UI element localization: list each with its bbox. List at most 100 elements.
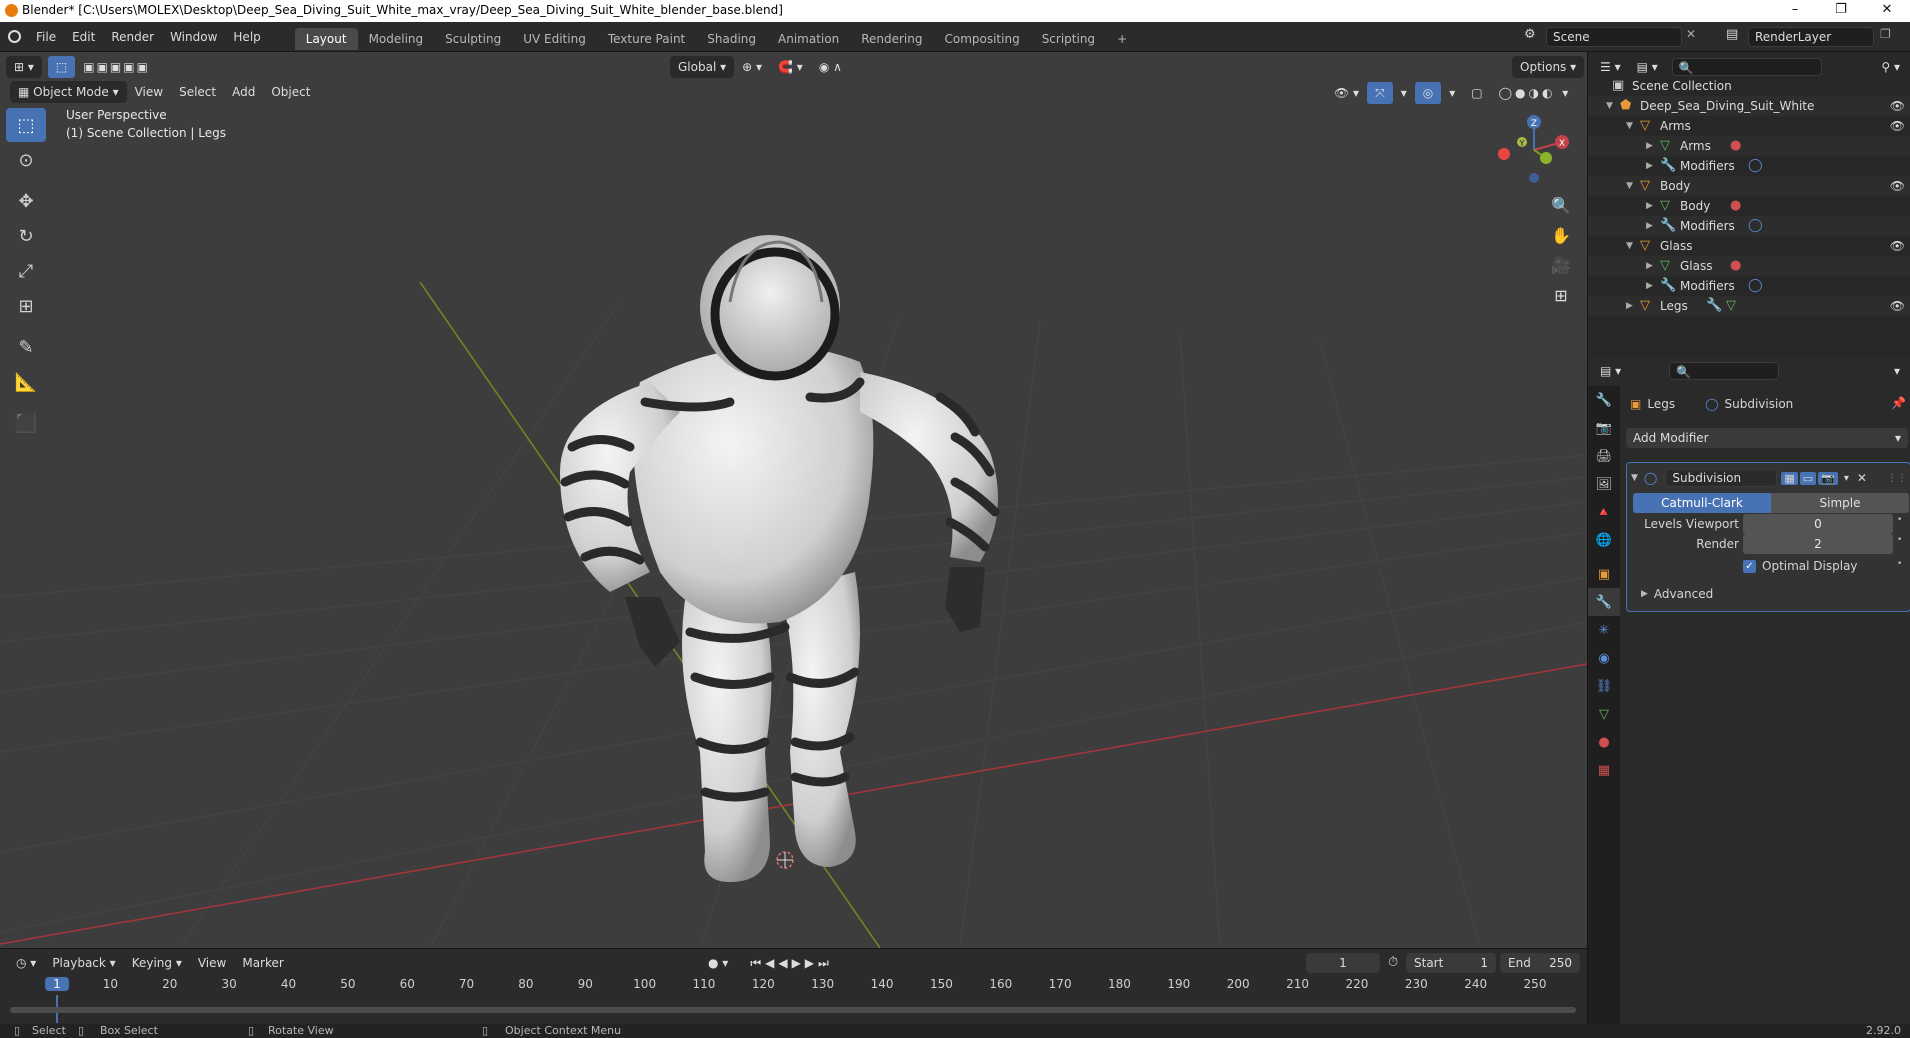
outliner-item[interactable]: ▶ 🔧 Modifiers ◯	[1588, 216, 1910, 236]
gizmo-dropdown-icon[interactable]: ▾	[1393, 82, 1415, 104]
properties-search-input[interactable]: 🔍	[1669, 362, 1780, 380]
selection-mode-buttons[interactable]: ▣▣▣▣▣	[75, 56, 158, 78]
measure-tool-icon[interactable]: 📐	[6, 365, 46, 399]
visibility-eye-icon[interactable]: 👁	[1890, 116, 1905, 136]
rotate-tool-icon[interactable]: ↻	[6, 219, 46, 253]
camera-view-icon[interactable]: 🎥	[1546, 250, 1576, 280]
outliner-editor-type-button[interactable]: ☰ ▾	[1592, 56, 1629, 78]
expand-arrow-icon[interactable]: ▼	[1606, 96, 1613, 116]
cursor-tool-icon[interactable]: ⊙	[6, 143, 46, 177]
outliner-item[interactable]: ▼ ⬟ Deep_Sea_Diving_Suit_White 👁	[1588, 96, 1910, 116]
scale-tool-icon[interactable]: ⤢	[6, 254, 46, 288]
outliner-item[interactable]: ▶ ▽ Arms ●	[1588, 136, 1910, 156]
render-layer-selector[interactable]: RenderLayer	[1748, 27, 1874, 47]
menu-render[interactable]: Render	[103, 22, 162, 52]
options-dropdown[interactable]: Options ▾	[1512, 56, 1585, 78]
expand-arrow-icon[interactable]: ▼	[1626, 116, 1633, 136]
collapse-arrow-icon[interactable]: ▼	[1631, 473, 1638, 483]
modifier-name-input[interactable]: Subdivision	[1665, 469, 1778, 487]
overlay-toggle-icon[interactable]: ◎	[1414, 82, 1442, 104]
select-box-tool-icon[interactable]: ⬚	[6, 108, 46, 142]
proportional-edit-icon[interactable]: ◉ ∧	[811, 56, 850, 78]
tab-sculpting[interactable]: Sculpting	[434, 28, 512, 50]
properties-options-icon[interactable]: ▾	[1886, 360, 1908, 382]
add-workspace-button[interactable]: +	[1106, 28, 1138, 50]
expand-arrow-icon[interactable]: ▶	[1646, 216, 1653, 236]
render-toggle-icon[interactable]: 📷	[1818, 471, 1838, 485]
tab-rendering[interactable]: Rendering	[850, 28, 933, 50]
viewport-toggle-icon[interactable]: ▭	[1799, 471, 1817, 485]
optimal-display-checkbox[interactable]: ✓	[1743, 559, 1756, 573]
pan-hand-icon[interactable]: ✋	[1546, 220, 1576, 250]
properties-editor-type-button[interactable]: ▤ ▾	[1592, 360, 1629, 382]
gizmo-toggle-icon[interactable]: ⤧	[1367, 82, 1393, 104]
filter-icon[interactable]: ⚲ ▾	[1873, 56, 1908, 78]
tab-shading[interactable]: Shading	[696, 28, 767, 50]
keyframe-dot-icon[interactable]: •	[1897, 515, 1902, 525]
edit-mode-toggle-icon[interactable]: ▦	[1781, 471, 1798, 485]
pivot-icon[interactable]: ⊕ ▾	[734, 56, 770, 78]
expand-arrow-icon[interactable]: ▶	[1626, 296, 1633, 316]
modifier-tab-icon[interactable]: 🔧	[1588, 588, 1620, 616]
visibility-icon[interactable]: 👁 ▾	[1326, 82, 1367, 104]
keyframe-dot-icon[interactable]: •	[1897, 559, 1902, 569]
visibility-eye-icon[interactable]: 👁	[1890, 236, 1905, 256]
drag-handle-icon[interactable]: ⋮⋮	[1887, 473, 1907, 484]
add-modifier-dropdown[interactable]: Add Modifier ▾	[1626, 428, 1908, 448]
scene-tab-icon[interactable]: 🔺	[1588, 498, 1620, 526]
catmull-clark-button[interactable]: Catmull-Clark	[1633, 493, 1771, 513]
texture-tab-icon[interactable]: ▦	[1588, 756, 1620, 784]
particles-tab-icon[interactable]: ✳	[1588, 616, 1620, 644]
viewport-menu-object[interactable]: Object	[263, 81, 318, 103]
blender-menu-icon[interactable]	[0, 22, 28, 52]
object-mode-dropdown[interactable]: ▦ Object Mode ▾	[10, 81, 127, 103]
expand-arrow-icon[interactable]: ▶	[1646, 136, 1653, 156]
remove-modifier-icon[interactable]: ✕	[1857, 471, 1867, 485]
outliner-item[interactable]: ▶ ▽ Legs 🔧 ▽ 👁	[1588, 296, 1910, 316]
restore-button[interactable]: ❐	[1818, 0, 1864, 22]
menu-file[interactable]: File	[28, 22, 64, 52]
display-mode-icon[interactable]: ▤ ▾	[1629, 56, 1666, 78]
3d-viewport[interactable]: ⊞ ▾ ⬚ ▣▣▣▣▣ Global ▾ ⊕ ▾ 🧲 ▾ ◉ ∧ Options…	[0, 52, 1587, 948]
physics-tab-icon[interactable]: ◉	[1588, 644, 1620, 672]
outliner-item[interactable]: ▼ ▽ Glass 👁	[1588, 236, 1910, 256]
levels-viewport-field[interactable]: 0	[1743, 514, 1893, 534]
expand-arrow-icon[interactable]: ▼	[1626, 236, 1633, 256]
snap-icon[interactable]: 🧲 ▾	[770, 56, 811, 78]
navigation-gizmo[interactable]: Z X Y	[1490, 108, 1570, 188]
tool-tab-icon[interactable]: 🔧	[1588, 386, 1620, 414]
expand-arrow-icon[interactable]: ▶	[1646, 276, 1653, 296]
zoom-icon[interactable]: 🔍	[1546, 190, 1576, 220]
tab-compositing[interactable]: Compositing	[933, 28, 1030, 50]
expand-arrow-icon[interactable]: ▶	[1646, 196, 1653, 216]
render-tab-icon[interactable]: 📷	[1588, 414, 1620, 442]
outliner-scene-collection[interactable]: ▣ Scene Collection	[1588, 76, 1910, 96]
visibility-eye-icon[interactable]: 👁	[1890, 296, 1905, 316]
timeline-scrollbar[interactable]	[10, 1007, 1576, 1013]
constraints-tab-icon[interactable]: ⛓	[1588, 672, 1620, 700]
close-button[interactable]: ✕	[1864, 0, 1910, 22]
tab-modeling[interactable]: Modeling	[358, 28, 435, 50]
menu-edit[interactable]: Edit	[64, 22, 103, 52]
frame-ruler[interactable]: 1 10 20 30 40 50 60 70 80 90 100 110 120 130 140 150 160…	[0, 949, 1587, 1025]
outliner-item[interactable]: ▼ ▽ Arms 👁	[1588, 116, 1910, 136]
advanced-subpanel[interactable]: ▶ Advanced	[1641, 587, 1713, 601]
scene-selector[interactable]: Scene	[1546, 27, 1682, 47]
tab-animation[interactable]: Animation	[767, 28, 850, 50]
overlay-dropdown-icon[interactable]: ▾	[1441, 82, 1463, 104]
viewport-menu-view[interactable]: View	[127, 81, 171, 103]
pin-icon[interactable]: 📌	[1891, 396, 1906, 410]
visibility-eye-icon[interactable]: 👁	[1890, 176, 1905, 196]
menu-help[interactable]: Help	[225, 22, 268, 52]
outliner-item[interactable]: ▶ ▽ Glass ●	[1588, 256, 1910, 276]
world-tab-icon[interactable]: 🌐	[1588, 526, 1620, 554]
visibility-eye-icon[interactable]: 👁	[1890, 96, 1905, 116]
tab-texture-paint[interactable]: Texture Paint	[597, 28, 696, 50]
tab-scripting[interactable]: Scripting	[1031, 28, 1106, 50]
outliner-search-input[interactable]: 🔍	[1671, 58, 1822, 76]
tab-uv-editing[interactable]: UV Editing	[512, 28, 597, 50]
outliner-item[interactable]: ▶ 🔧 Modifiers ◯	[1588, 156, 1910, 176]
expand-arrow-icon[interactable]: ▶	[1646, 256, 1653, 276]
menu-window[interactable]: Window	[162, 22, 225, 52]
tab-layout[interactable]: Layout	[294, 27, 358, 50]
